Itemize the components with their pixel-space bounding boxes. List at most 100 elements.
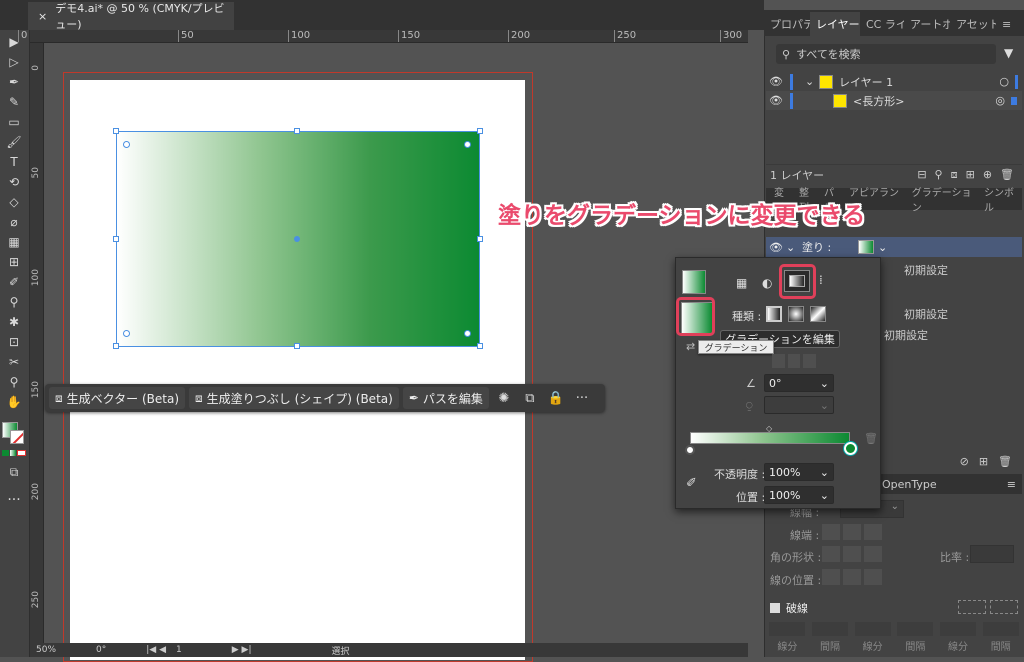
eraser-tool-icon[interactable]: ◇ — [5, 194, 23, 210]
default-opacity-1[interactable]: 初期設定 — [904, 262, 984, 278]
location-input[interactable]: 100% ⌄ — [764, 486, 834, 504]
resize-handle[interactable] — [477, 236, 483, 242]
slice-tool-icon[interactable]: ✂ — [5, 354, 23, 370]
gradient-stop-start[interactable] — [685, 445, 695, 455]
default-opacity-2[interactable]: 初期設定 — [904, 306, 984, 322]
dash-align-buttons[interactable] — [958, 600, 1018, 614]
symbol-sprayer-tool-icon[interactable]: ✱ — [5, 314, 23, 330]
gap-input[interactable] — [897, 622, 934, 636]
rectangle-tool-icon[interactable]: ▭ — [5, 114, 23, 130]
gradient-option-buttons[interactable] — [772, 354, 817, 368]
tab-layers[interactable]: レイヤー — [810, 12, 860, 36]
resize-handle[interactable] — [294, 343, 300, 349]
dash-input[interactable] — [769, 622, 806, 636]
angle-input[interactable]: 0° ⌄ — [764, 374, 834, 392]
linear-gradient-icon[interactable] — [766, 306, 782, 322]
rotate-tool-icon[interactable]: ⟲ — [5, 174, 23, 190]
visibility-eye-icon[interactable]: 👁 — [766, 241, 786, 254]
new-layer-icon[interactable]: ⊕ — [983, 168, 992, 181]
fill-preview-swatch[interactable] — [682, 270, 706, 294]
pen-tool-icon[interactable]: ✒ — [5, 74, 23, 90]
clear-appearance-icon[interactable]: ⊘ — [960, 455, 969, 468]
artboard-tool-icon[interactable]: ⊡ — [5, 334, 23, 350]
dash-input[interactable] — [854, 622, 891, 636]
visibility-eye-icon[interactable]: 👁 — [766, 94, 786, 107]
aspect-ratio-input[interactable]: ⌄ — [764, 396, 834, 414]
type-tool-icon[interactable]: T — [5, 154, 23, 170]
delete-stop-icon[interactable]: 🗑 — [864, 432, 878, 445]
new-sublayer-icon[interactable]: ⊞ — [966, 168, 975, 181]
fill-gradient-swatch[interactable] — [858, 240, 874, 254]
swatch-mode-icon[interactable]: ▦ — [736, 276, 752, 290]
more-tools-icon[interactable]: ··· — [5, 492, 23, 508]
duplicate-icon[interactable]: ⧉ — [519, 387, 541, 409]
locate-object-icon[interactable]: ⚲ — [935, 168, 943, 181]
chevron-down-icon[interactable]: ⌄ — [820, 489, 829, 502]
corner-widget[interactable] — [464, 141, 471, 148]
target-circle-icon[interactable]: ○ — [999, 75, 1009, 88]
corner-widget[interactable] — [464, 330, 471, 337]
chevron-down-icon[interactable]: ⌄ — [820, 466, 829, 479]
hand-tool-icon[interactable]: ✋ — [5, 394, 23, 410]
gradient-slider-bar[interactable] — [690, 432, 850, 444]
stroke-swatch[interactable] — [10, 430, 24, 444]
collect-export-icon[interactable]: ⊟ — [917, 168, 926, 181]
target-circle-icon[interactable]: ◎ — [995, 94, 1005, 107]
visibility-eye-icon[interactable]: 👁 — [766, 75, 786, 88]
chevron-down-icon[interactable]: ⌄ — [820, 377, 829, 390]
fill-dropdown-icon[interactable]: ⌄ — [878, 241, 887, 254]
resize-handle[interactable] — [477, 128, 483, 134]
dashed-checkbox[interactable] — [770, 603, 780, 613]
color-mode-buttons[interactable] — [2, 450, 27, 456]
resize-handle[interactable] — [294, 128, 300, 134]
dash-input[interactable] — [940, 622, 977, 636]
rotation-value[interactable]: 0° — [96, 645, 106, 655]
mesh-tool-icon[interactable]: ⊞ — [5, 254, 23, 270]
layer-row[interactable]: 👁 <長方形> ◎ — [766, 91, 1022, 110]
zoom-level[interactable]: 50% — [36, 645, 56, 655]
blend-tool-icon[interactable]: ⚲ — [5, 294, 23, 310]
object-name[interactable]: <長方形> — [853, 93, 904, 109]
chevron-down-icon[interactable]: ⌄ — [820, 399, 829, 412]
freeform-gradient-icon[interactable] — [810, 306, 826, 322]
close-tab-icon[interactable]: × — [38, 10, 47, 23]
resize-handle[interactable] — [113, 343, 119, 349]
resize-handle[interactable] — [477, 343, 483, 349]
width-tool-icon[interactable]: ⌀ — [5, 214, 23, 230]
screen-mode-icon[interactable]: ⧉ — [5, 464, 23, 480]
tab-artboards[interactable]: アートボード — [904, 12, 950, 36]
gap-input[interactable] — [982, 622, 1019, 636]
corner-widget[interactable] — [123, 141, 130, 148]
duplicate-item-icon[interactable]: ⊞ — [979, 455, 988, 468]
tab-symbols[interactable]: シンボル — [984, 184, 1022, 214]
reverse-gradient-icon[interactable]: ⇄ — [686, 340, 695, 353]
zoom-tool-icon[interactable]: ⚲ — [5, 374, 23, 390]
dashed-line-row[interactable]: 破線 — [770, 600, 850, 616]
recolor-icon[interactable]: ✺ — [493, 387, 515, 409]
delete-item-icon[interactable]: 🗑 — [998, 455, 1012, 468]
curvature-tool-icon[interactable]: ✎ — [5, 94, 23, 110]
delete-layer-icon[interactable]: 🗑 — [1000, 168, 1014, 181]
layer-name[interactable]: レイヤー 1 — [839, 74, 893, 90]
generate-vector-button[interactable]: ⧈ 生成ベクター (Beta) — [49, 387, 186, 409]
color-mode-icon[interactable]: ◐ — [762, 276, 778, 290]
gradient-stop-end[interactable] — [844, 442, 857, 455]
tab-assets[interactable]: アセット — [950, 12, 996, 36]
layer-row[interactable]: 👁 ⌄ レイヤー 1 ○ — [766, 72, 1022, 91]
default-opacity-3[interactable]: 初期設定 — [884, 327, 964, 343]
more-options-icon[interactable]: ··· — [571, 387, 593, 409]
panel-menu-icon[interactable]: ≡ — [996, 12, 1020, 36]
resize-handle[interactable] — [113, 236, 119, 242]
eyedropper-tool-icon[interactable]: ✐ — [5, 274, 23, 290]
corner-widget[interactable] — [123, 330, 130, 337]
generative-fill-button[interactable]: ⧈ 生成塗りつぶし (シェイプ) (Beta) — [189, 387, 399, 409]
corner-buttons[interactable] — [822, 546, 882, 562]
miter-ratio-input[interactable] — [970, 545, 1014, 563]
edit-path-button[interactable]: ✒ パスを編集 — [402, 387, 489, 409]
resize-handle[interactable] — [113, 128, 119, 134]
panel-menu-icon[interactable]: ≡ — [1007, 478, 1016, 491]
lock-icon[interactable]: 🔒 — [545, 387, 567, 409]
make-clipping-mask-icon[interactable]: ⧈ — [951, 168, 958, 182]
artboard-number[interactable]: 1 — [176, 645, 182, 655]
layers-search-input[interactable]: ⚲ すべてを検索 — [776, 44, 996, 64]
